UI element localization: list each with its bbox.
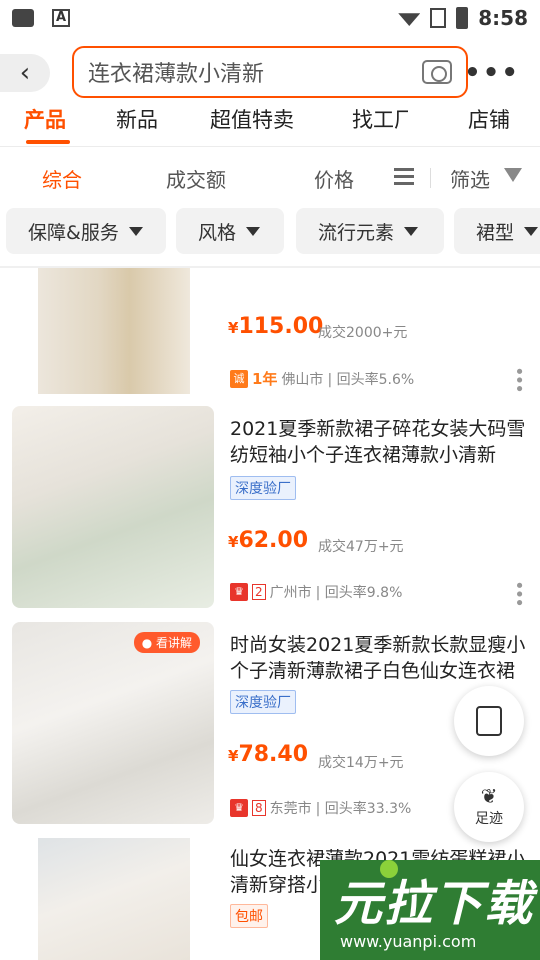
list-item[interactable]: ¥115.00 成交2000+元 诚 1年 佛山市 | 回头率5.6% ••• xyxy=(0,268,540,396)
shop-level-icon: ♛ xyxy=(230,583,248,601)
watermark-logo: 元拉下载 www.yuanpi.com xyxy=(320,860,540,960)
search-query: 连衣裙薄款小清新 xyxy=(88,62,265,87)
watermark-url: www.yuanpi.com xyxy=(340,932,477,951)
product-price: ¥115.00 xyxy=(228,314,324,339)
product-price: ¥78.40 xyxy=(228,742,309,767)
more-button[interactable]: ••• xyxy=(464,58,520,88)
wifi-icon xyxy=(398,13,421,26)
shop-level: 8 xyxy=(252,800,266,816)
chip-skirt-type[interactable]: 裙型 xyxy=(454,208,540,254)
free-shipping-badge: 包邮 xyxy=(230,904,268,928)
tab-new[interactable]: 新品 xyxy=(116,104,158,134)
product-title[interactable]: 2021夏季新款裙子碎花女装大码雪纺短袖小个子连衣裙薄款小清新 xyxy=(230,416,530,468)
footprint-label: 足迹 xyxy=(475,811,503,827)
product-meta: ♛ 8 东莞市 | 回头率33.3% xyxy=(230,798,411,818)
sort-bar: 综合 成交额 价格 筛选 xyxy=(0,152,540,202)
no-sim-icon xyxy=(430,8,447,28)
active-tab-indicator xyxy=(26,140,70,144)
caret-down-icon xyxy=(524,226,539,236)
tab-deals[interactable]: 超值特卖 xyxy=(210,104,294,134)
caret-down-icon xyxy=(404,226,419,236)
shop-city: 广州市 xyxy=(269,585,312,601)
category-tabs: 产品 新品 超值特卖 找工厂 店铺 xyxy=(0,104,540,146)
product-title[interactable]: 时尚女装2021夏季新款长款显瘦小个子清新薄款裙子白色仙女连衣裙 xyxy=(230,632,530,684)
chip-trend[interactable]: 流行元素 xyxy=(296,208,444,254)
chip-label: 风格 xyxy=(198,221,237,244)
shop-city: 佛山市 xyxy=(281,371,324,388)
clock: 8:58 xyxy=(478,6,528,30)
chip-service[interactable]: 保障&服务 xyxy=(6,208,166,254)
back-button[interactable]: ‹ xyxy=(0,54,50,92)
sort-price[interactable]: 价格 xyxy=(314,164,354,193)
shop-level-icon: ♛ xyxy=(230,799,248,817)
a-icon: A xyxy=(52,9,70,27)
tab-products[interactable]: 产品 xyxy=(24,104,66,134)
battery-icon xyxy=(456,7,469,29)
document-check-icon xyxy=(476,706,502,736)
factory-badge: 深度验厂 xyxy=(230,690,296,714)
product-image[interactable] xyxy=(12,406,214,608)
repurchase-rate: | 回头率5.6% xyxy=(327,371,415,388)
tab-shops[interactable]: 店铺 xyxy=(468,104,510,134)
footprint-button[interactable]: ❦ 足迹 xyxy=(454,772,524,842)
gamepad-icon xyxy=(12,9,34,27)
list-item[interactable]: 2021夏季新款裙子碎花女装大码雪纺短袖小个子连衣裙薄款小清新 深度验厂 ¥62… xyxy=(0,406,540,612)
camera-icon[interactable] xyxy=(422,60,452,84)
divider xyxy=(0,146,540,147)
product-sold: 成交14万+元 xyxy=(318,755,404,771)
watermark-title: 元拉下载 xyxy=(334,876,535,932)
more-options-icon[interactable]: ••• xyxy=(508,580,529,606)
more-options-icon[interactable]: ••• xyxy=(508,366,529,392)
funnel-icon xyxy=(504,168,522,182)
chip-label: 保障&服务 xyxy=(28,221,119,244)
shop-city: 东莞市 xyxy=(269,801,312,817)
sort-comprehensive[interactable]: 综合 xyxy=(42,164,82,193)
product-image[interactable] xyxy=(38,838,190,960)
search-input[interactable]: 连衣裙薄款小清新 xyxy=(72,46,468,98)
tab-factory[interactable]: 找工厂 xyxy=(352,104,408,134)
product-sold: 成交2000+元 xyxy=(318,325,408,341)
product-meta: 诚 1年 佛山市 | 回头率5.6% xyxy=(230,368,414,389)
shop-level: 2 xyxy=(252,584,266,600)
chengxin-icon: 诚 xyxy=(230,369,248,388)
sort-sales[interactable]: 成交额 xyxy=(166,164,226,193)
repurchase-rate: | 回头率33.3% xyxy=(315,801,412,817)
chevron-left-icon: ‹ xyxy=(19,58,31,88)
caret-down-icon xyxy=(246,226,261,236)
filter-button[interactable]: 筛选 xyxy=(450,164,490,193)
list-view-icon[interactable] xyxy=(394,168,414,186)
filter-chips: 保障&服务 风格 流行元素 裙型 xyxy=(0,208,540,256)
product-sold: 成交47万+元 xyxy=(318,539,404,555)
explain-tag[interactable]: ● 看讲解 xyxy=(133,632,200,653)
factory-badge: 深度验厂 xyxy=(230,476,296,500)
product-image[interactable] xyxy=(38,268,190,394)
caret-down-icon xyxy=(128,226,143,236)
shop-years: 1年 xyxy=(252,370,278,388)
repurchase-rate: | 回头率9.8% xyxy=(315,585,403,601)
chip-style[interactable]: 风格 xyxy=(176,208,284,254)
search-bar: ‹ 连衣裙薄款小清新 ••• xyxy=(0,44,540,102)
footprint-icon: ❦ xyxy=(480,784,498,808)
divider xyxy=(430,168,431,188)
chip-label: 流行元素 xyxy=(318,221,395,244)
product-price: ¥62.00 xyxy=(228,528,309,553)
order-list-button[interactable] xyxy=(454,686,524,756)
product-meta: ♛ 2 广州市 | 回头率9.8% xyxy=(230,582,402,602)
status-bar: A 8:58 xyxy=(0,0,540,36)
product-image[interactable]: ● 看讲解 xyxy=(12,622,214,824)
chip-label: 裙型 xyxy=(476,221,515,244)
